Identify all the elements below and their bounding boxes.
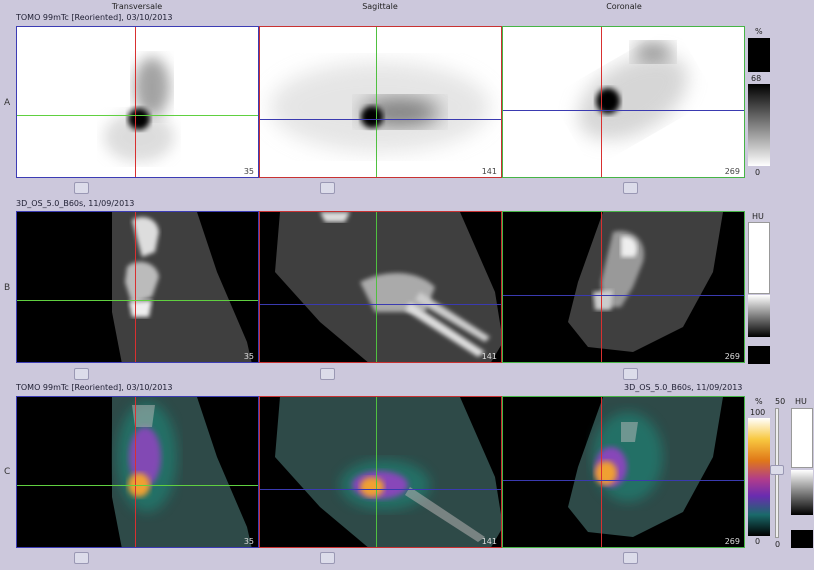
fusion-coronal-viewport[interactable]: 269: [502, 396, 745, 548]
fusion-ct-title: 3D_OS_5.0_B60s, 11/09/2013: [624, 383, 743, 392]
slider-thumb-sagittal[interactable]: [320, 368, 335, 380]
fusion-scale-unit-hu: HU: [795, 397, 807, 406]
opacity-slider-thumb[interactable]: [770, 465, 784, 475]
slider-thumb-transversal[interactable]: [74, 552, 89, 564]
spect-series-title: TOMO 99mTc [Reoriented], 03/10/2013: [16, 13, 173, 22]
spect-coronal-image: [578, 42, 688, 140]
header-transversale: Transversale: [111, 2, 163, 11]
crosshair-horizontal[interactable]: [17, 485, 258, 486]
slice-number: 35: [243, 352, 254, 361]
header-coronale: Coronale: [606, 2, 642, 11]
row-label-b: B: [4, 283, 11, 293]
fusion-transversal-viewport[interactable]: 35: [16, 396, 259, 548]
crosshair-horizontal[interactable]: [503, 480, 744, 481]
crosshair-horizontal[interactable]: [17, 115, 258, 116]
spect-transversal-viewport[interactable]: 35: [16, 26, 259, 178]
slice-number: 269: [724, 537, 740, 546]
ct-transversal-viewport[interactable]: 35: [16, 211, 259, 363]
fusion-spect-title: TOMO 99mTc [Reoriented], 03/10/2013: [16, 383, 173, 392]
slice-number: 141: [481, 352, 497, 361]
opacity-slider-top-label: 50: [775, 397, 786, 406]
crosshair-vertical[interactable]: [601, 27, 602, 177]
ct-transversal-image: [112, 212, 252, 362]
ct-sagittal-viewport[interactable]: 141: [259, 211, 502, 363]
spect-transversal-image: [104, 57, 174, 162]
crosshair-horizontal[interactable]: [260, 119, 501, 120]
row-label-a: A: [4, 98, 11, 108]
scale-mid-value: 68: [751, 74, 762, 83]
fusion-scale-min: 0: [755, 537, 761, 546]
slider-thumb-sagittal[interactable]: [320, 552, 335, 564]
slider-thumb-coronal[interactable]: [623, 182, 638, 194]
scale-min-value: 0: [755, 168, 761, 177]
slider-thumb-sagittal[interactable]: [320, 182, 335, 194]
header-sagittale: Sagittale: [362, 2, 398, 11]
fusion-coronal-image: [568, 397, 723, 537]
opacity-slider-bottom-label: 0: [775, 540, 781, 549]
crosshair-vertical[interactable]: [135, 397, 136, 547]
crosshair-horizontal[interactable]: [260, 489, 501, 490]
scale-bar-white[interactable]: [748, 222, 770, 294]
fusion-hu-white[interactable]: [791, 408, 813, 468]
scale-bar-black[interactable]: [748, 346, 770, 364]
slider-thumb-coronal[interactable]: [623, 368, 638, 380]
crosshair-vertical[interactable]: [135, 212, 136, 362]
crosshair-horizontal[interactable]: [503, 295, 744, 296]
spect-sagittal-image: [270, 62, 490, 152]
scale-bar-gray[interactable]: [748, 295, 770, 337]
crosshair-horizontal[interactable]: [260, 304, 501, 305]
slice-number: 269: [724, 352, 740, 361]
slice-number: 35: [243, 167, 254, 176]
crosshair-vertical[interactable]: [376, 212, 377, 362]
spect-sagittal-viewport[interactable]: 141: [259, 26, 502, 178]
crosshair-vertical[interactable]: [135, 27, 136, 177]
scale-unit-hu: HU: [752, 212, 764, 221]
crosshair-vertical[interactable]: [601, 212, 602, 362]
slice-number: 141: [481, 537, 497, 546]
ct-coronal-image: [568, 212, 723, 352]
fusion-scale-unit-percent: %: [755, 397, 763, 406]
crosshair-vertical[interactable]: [601, 397, 602, 547]
slider-thumb-coronal[interactable]: [623, 552, 638, 564]
slice-number: 269: [724, 167, 740, 176]
fusion-hu-black[interactable]: [791, 530, 813, 548]
slice-number: 141: [481, 167, 497, 176]
scale-unit-percent: %: [755, 27, 763, 36]
fusion-hu-gray[interactable]: [791, 470, 813, 515]
crosshair-horizontal[interactable]: [17, 300, 258, 301]
row-label-c: C: [4, 467, 11, 477]
crosshair-vertical[interactable]: [376, 27, 377, 177]
slice-number: 35: [243, 537, 254, 546]
ct-sagittal-image: [275, 212, 501, 362]
ct-series-title: 3D_OS_5.0_B60s, 11/09/2013: [16, 199, 135, 208]
slider-thumb-transversal[interactable]: [74, 368, 89, 380]
fusion-sagittal-image: [275, 397, 501, 547]
scale-bar-gray[interactable]: [748, 84, 770, 166]
fusion-transversal-image: [112, 397, 252, 547]
crosshair-horizontal[interactable]: [503, 110, 744, 111]
fusion-colour-scale-bar[interactable]: [748, 418, 770, 536]
scale-bar-top[interactable]: [748, 38, 770, 72]
ct-coronal-viewport[interactable]: 269: [502, 211, 745, 363]
fusion-scale-max: 100: [750, 408, 766, 417]
slider-thumb-transversal[interactable]: [74, 182, 89, 194]
spect-coronal-viewport[interactable]: 269: [502, 26, 745, 178]
crosshair-vertical[interactable]: [376, 397, 377, 547]
fusion-sagittal-viewport[interactable]: 141: [259, 396, 502, 548]
